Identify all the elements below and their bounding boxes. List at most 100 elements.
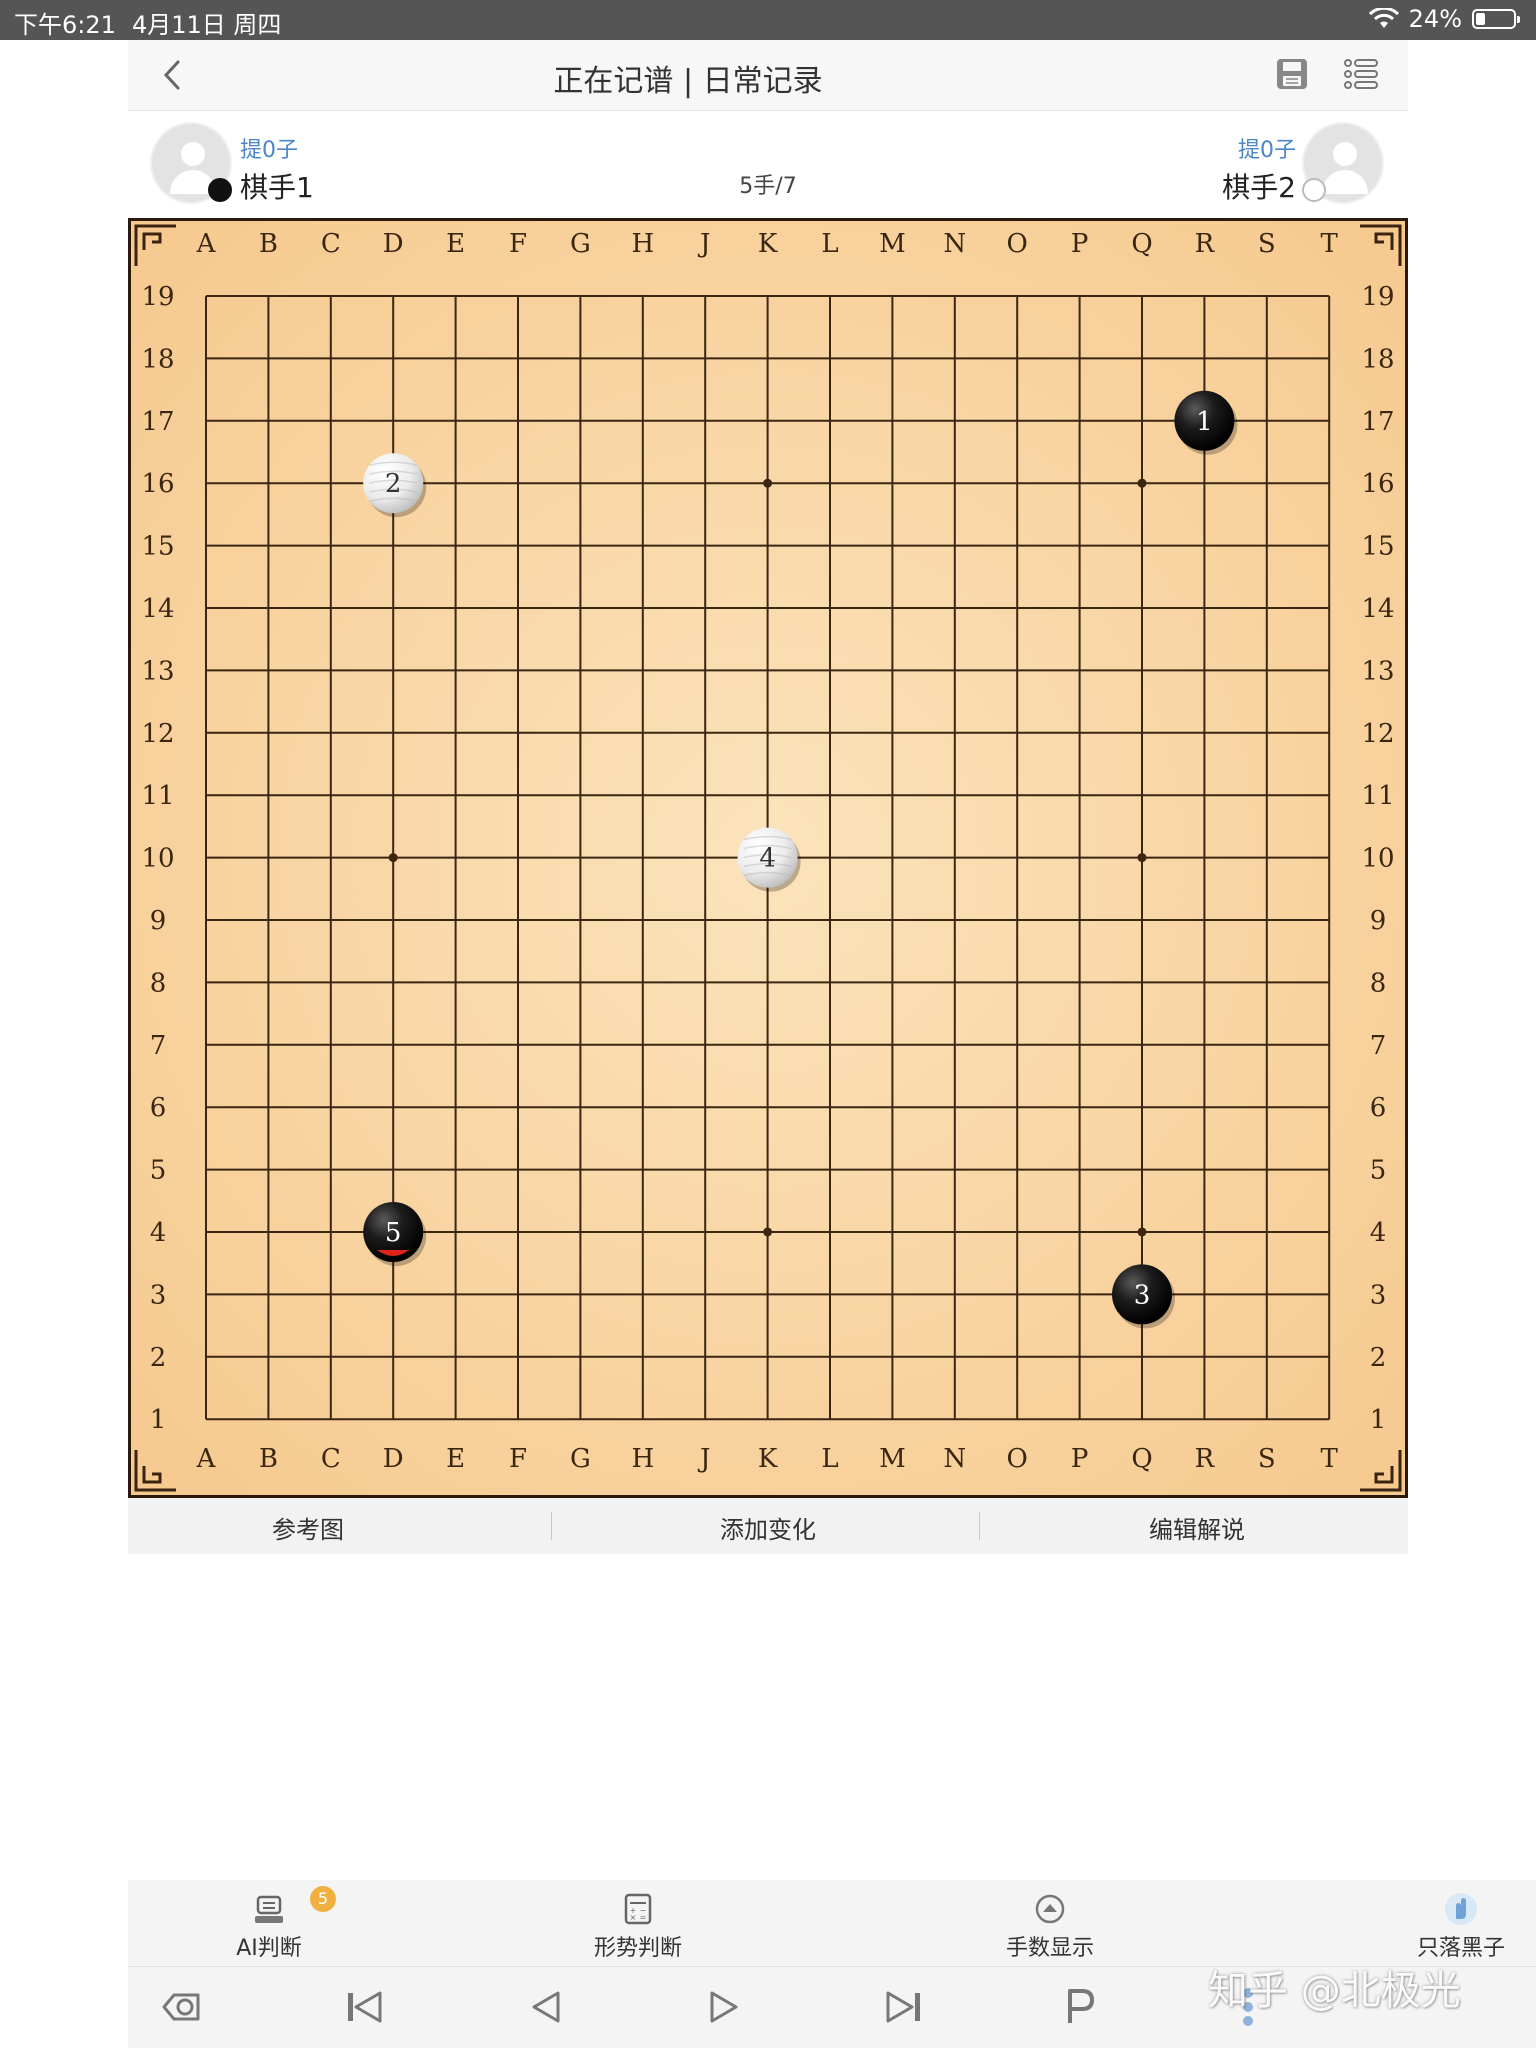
save-disk-icon[interactable] xyxy=(1274,56,1310,92)
ai-robot-icon xyxy=(255,1895,283,1923)
row-label-left: 8 xyxy=(150,968,167,998)
header-bar: 正在记谱 | 日常记录 xyxy=(128,40,1408,111)
row-label-left: 1 xyxy=(150,1405,167,1435)
column-label-top: M xyxy=(879,229,906,259)
row-label-left: 14 xyxy=(141,594,174,624)
row-label-left: 19 xyxy=(141,282,174,312)
column-label-bottom: E xyxy=(446,1444,465,1474)
undo-delete-icon[interactable] xyxy=(160,1985,204,2029)
player2-name[interactable]: 棋手2 xyxy=(1222,166,1296,206)
battery-percent: 24% xyxy=(1408,5,1462,33)
next-move-icon[interactable] xyxy=(702,1985,746,2029)
page-title: 正在记谱 | 日常记录 xyxy=(553,64,823,99)
players-panel: 提0子 棋手1 5手/7 提0子 棋手2 xyxy=(128,112,1408,218)
column-label-bottom: M xyxy=(879,1444,906,1474)
row-label-right: 18 xyxy=(1361,344,1394,374)
column-label-top: B xyxy=(259,229,278,259)
column-label-top: L xyxy=(821,229,838,259)
column-label-top: H xyxy=(631,229,654,259)
column-label-bottom: C xyxy=(321,1444,341,1474)
row-label-right: 7 xyxy=(1370,1031,1387,1061)
divider xyxy=(979,1512,980,1540)
row-label-right: 16 xyxy=(1361,469,1394,499)
star-point xyxy=(1137,853,1147,863)
row-label-left: 16 xyxy=(141,469,174,499)
star-point xyxy=(388,853,398,863)
row-label-right: 8 xyxy=(1370,968,1387,998)
stone-number: 1 xyxy=(1196,407,1213,437)
row-label-right: 2 xyxy=(1370,1343,1387,1373)
calculator-icon: + − × = xyxy=(624,1893,652,1925)
column-label-bottom: B xyxy=(259,1444,278,1474)
go-board[interactable]: AABBCCDDEEFFGGHHJJKKLLMMNNOOPPQQRRSSTT19… xyxy=(128,218,1408,1498)
column-label-top: O xyxy=(1007,229,1028,259)
status-bar: 下午6:21 4月11日 周四 24% xyxy=(0,0,1536,40)
edit-commentary-button[interactable]: 编辑解说 xyxy=(1047,1510,1347,1545)
add-variation-button[interactable]: 添加变化 xyxy=(618,1510,918,1545)
move-number-toggle[interactable]: 手数显示 xyxy=(990,1892,1110,1962)
status-time: 下午6:21 xyxy=(14,11,116,39)
row-label-left: 2 xyxy=(150,1343,167,1373)
row-label-left: 15 xyxy=(141,532,174,562)
status-date: 4月11日 周四 xyxy=(132,11,282,39)
stone-number: 4 xyxy=(759,844,776,874)
row-label-right: 12 xyxy=(1361,719,1394,749)
column-label-bottom: H xyxy=(631,1444,654,1474)
move-counter: 5手/7 xyxy=(739,174,797,199)
svg-text:=: = xyxy=(640,1913,647,1922)
column-label-bottom: A xyxy=(196,1444,217,1474)
column-label-top: J xyxy=(697,229,710,259)
column-label-bottom: R xyxy=(1195,1444,1216,1474)
row-label-left: 9 xyxy=(150,906,167,936)
column-label-bottom: O xyxy=(1007,1444,1028,1474)
column-label-top: E xyxy=(446,229,465,259)
column-label-top: R xyxy=(1195,229,1216,259)
column-label-bottom: K xyxy=(758,1444,778,1474)
stone-number: 3 xyxy=(1134,1280,1151,1310)
row-label-right: 15 xyxy=(1361,532,1394,562)
column-label-top: C xyxy=(321,229,341,259)
row-label-right: 17 xyxy=(1361,407,1394,437)
black-only-toggle[interactable]: 只落黑子 xyxy=(1406,1892,1516,1962)
row-label-left: 6 xyxy=(150,1093,167,1123)
row-label-right: 13 xyxy=(1361,656,1394,686)
star-point xyxy=(1137,1227,1147,1237)
row-label-left: 4 xyxy=(150,1218,167,1248)
row-label-right: 3 xyxy=(1370,1280,1387,1310)
stone-number: 5 xyxy=(385,1218,402,1248)
position-judge-button[interactable]: + − × = 形势判断 xyxy=(578,1892,698,1962)
circle-arrow-icon xyxy=(1035,1894,1065,1924)
board-actions: 参考图 添加变化 编辑解说 xyxy=(128,1498,1408,1554)
watermark-text: 知乎 @北极光 xyxy=(1208,1968,1461,2014)
battery-icon xyxy=(1472,9,1520,29)
column-label-bottom: L xyxy=(821,1444,838,1474)
column-label-top: G xyxy=(570,229,591,259)
white-stone-indicator-icon xyxy=(1302,178,1326,202)
last-move-icon[interactable] xyxy=(882,1985,926,2029)
ai-judge-button[interactable]: AI判断 xyxy=(224,1892,314,1962)
column-label-bottom: J xyxy=(697,1444,710,1474)
move-number-label: 手数显示 xyxy=(1005,1936,1094,1961)
row-label-left: 3 xyxy=(150,1280,167,1310)
prev-move-icon[interactable] xyxy=(524,1985,568,2029)
first-move-icon[interactable] xyxy=(342,1985,386,2029)
star-point xyxy=(1137,478,1147,488)
hand-stone-icon xyxy=(1445,1893,1477,1925)
divider xyxy=(551,1512,552,1540)
column-label-bottom: S xyxy=(1258,1444,1276,1474)
ai-count-badge: 5 xyxy=(310,1886,336,1912)
row-label-right: 4 xyxy=(1370,1218,1387,1248)
column-label-bottom: N xyxy=(943,1444,966,1474)
row-label-left: 12 xyxy=(141,719,174,749)
list-menu-icon[interactable] xyxy=(1342,56,1380,92)
column-label-bottom: G xyxy=(570,1444,591,1474)
column-label-top: K xyxy=(758,229,778,259)
row-label-left: 17 xyxy=(141,407,174,437)
reference-diagram-button[interactable]: 参考图 xyxy=(158,1510,458,1545)
row-label-left: 10 xyxy=(141,844,174,874)
row-label-right: 14 xyxy=(1361,594,1394,624)
wifi-icon xyxy=(1368,8,1399,28)
column-label-bottom: F xyxy=(509,1444,527,1474)
pass-icon[interactable] xyxy=(1058,1985,1102,2029)
row-label-right: 11 xyxy=(1361,781,1394,811)
